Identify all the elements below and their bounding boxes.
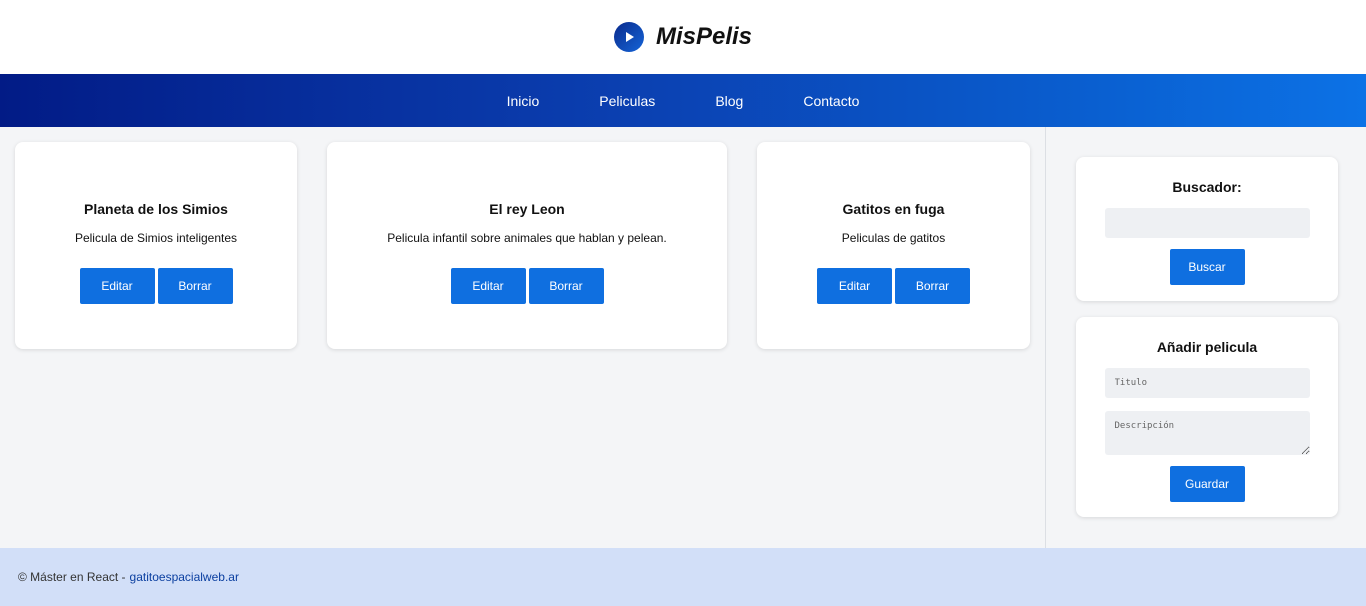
delete-button[interactable]: Borrar: [157, 268, 233, 304]
movie-description: Pelicula infantil sobre animales que hab…: [387, 231, 667, 245]
movie-card: Gatitos en fuga Peliculas de gatitos Edi…: [757, 142, 1030, 349]
add-movie-box: Añadir pelicula Guardar: [1076, 317, 1338, 517]
nav-item-blog[interactable]: Blog: [685, 93, 773, 109]
movie-card: El rey Leon Pelicula infantil sobre anim…: [327, 142, 727, 349]
movie-title: Planeta de los Simios: [84, 201, 228, 217]
site-footer: © Máster en React - gatitoespacialweb.ar: [0, 548, 1366, 606]
edit-button[interactable]: Editar: [450, 268, 526, 304]
edit-button[interactable]: Editar: [817, 268, 892, 304]
play-icon: [613, 22, 644, 52]
sidebar: Buscador: Buscar Añadir pelicula Guardar: [1045, 127, 1366, 548]
description-textarea[interactable]: [1104, 411, 1310, 455]
movie-description: Peliculas de gatitos: [841, 231, 946, 245]
search-title: Buscador:: [1172, 179, 1242, 195]
add-movie-title: Añadir pelicula: [1156, 339, 1258, 355]
logo[interactable]: MisPelis: [613, 22, 753, 52]
brand-name: MisPelis: [655, 23, 753, 50]
nav-item-contacto[interactable]: Contacto: [773, 93, 889, 109]
save-button[interactable]: Guardar: [1169, 466, 1245, 502]
title-input[interactable]: [1104, 368, 1310, 398]
site-header: MisPelis: [0, 0, 1366, 74]
footer-link[interactable]: gatitoespacialweb.ar: [130, 570, 239, 584]
search-button[interactable]: Buscar: [1169, 249, 1245, 285]
nav-item-peliculas[interactable]: Peliculas: [569, 93, 685, 109]
movie-title: Gatitos en fuga: [842, 201, 945, 217]
footer-text: © Máster en React -: [18, 570, 126, 584]
search-box: Buscador: Buscar: [1076, 157, 1338, 301]
search-input[interactable]: [1104, 208, 1310, 238]
movie-description: Pelicula de Simios inteligentes: [74, 231, 238, 245]
delete-button[interactable]: Borrar: [895, 268, 970, 304]
movie-card: Planeta de los Simios Pelicula de Simios…: [15, 142, 297, 349]
delete-button[interactable]: Borrar: [528, 268, 604, 304]
movie-title: El rey Leon: [489, 201, 565, 217]
main-nav: Inicio Peliculas Blog Contacto: [0, 74, 1366, 127]
edit-button[interactable]: Editar: [79, 268, 155, 304]
movie-list: Planeta de los Simios Pelicula de Simios…: [0, 127, 1045, 548]
nav-item-inicio[interactable]: Inicio: [477, 93, 570, 109]
